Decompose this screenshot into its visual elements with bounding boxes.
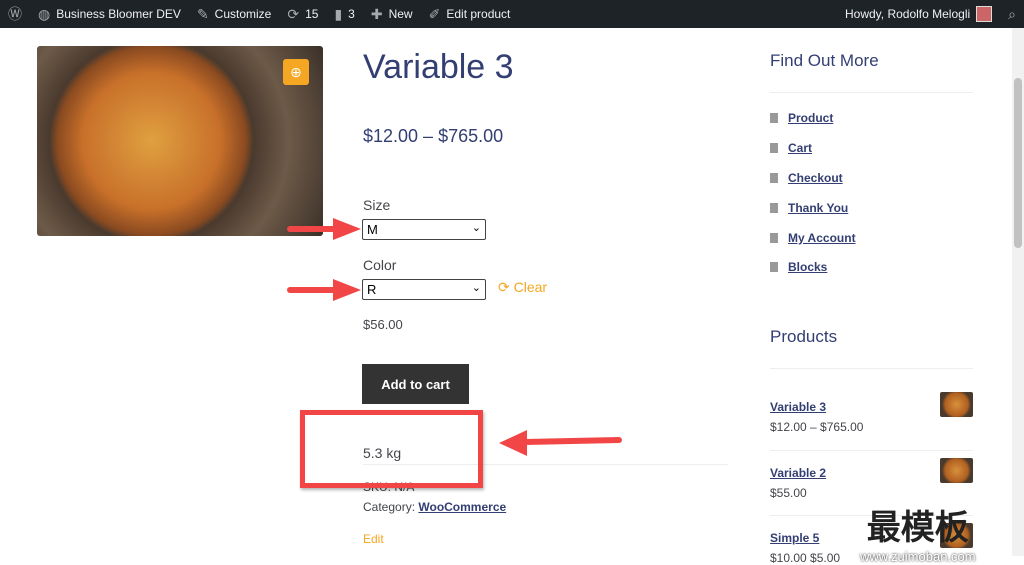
refresh-icon: ⟳: [498, 279, 510, 295]
pencil-icon: ✐: [428, 5, 441, 22]
sidebar-link: Product: [770, 111, 833, 125]
product-thumbnail[interactable]: [940, 458, 973, 483]
variation-price: $56.00: [363, 317, 403, 332]
product-list-item: Variable 2 $55.00: [770, 458, 973, 500]
color-value: R: [367, 282, 377, 297]
watermark: 最模板 www.zuimoban.com: [860, 500, 976, 564]
sidebar-link: My Account: [770, 231, 856, 245]
find-out-more-title: Find Out More: [770, 51, 879, 70]
product-link[interactable]: Variable 2: [770, 466, 826, 480]
annotation-box: [300, 410, 483, 488]
divider: [770, 92, 973, 93]
site-name: Business Bloomer DEV: [56, 7, 181, 21]
divider: [770, 450, 973, 451]
comments-count: 3: [348, 7, 355, 21]
search-icon: ⌕: [1008, 5, 1016, 22]
size-select[interactable]: M ⌄: [362, 219, 486, 240]
chevron-down-icon: ⌄: [471, 282, 481, 294]
product-price: $55.00: [770, 486, 807, 500]
wp-logo-button[interactable]: Ⓦ: [0, 0, 30, 28]
page-icon: [770, 173, 778, 183]
admin-bar: Ⓦ ◍ Business Bloomer DEV ✎ Customize ⟳ 15 ▮…: [0, 0, 1024, 28]
annotation-arrow: [287, 218, 361, 240]
account-menu[interactable]: Howdy, Rodolfo Melogli: [837, 0, 1000, 28]
product-link[interactable]: Variable 3: [770, 400, 826, 414]
plus-icon: ✚: [370, 5, 383, 22]
watermark-text: 最模板: [866, 508, 969, 548]
search-button[interactable]: ⌕: [1000, 0, 1024, 28]
product-thumbnail[interactable]: [940, 392, 973, 417]
sidebar-link: Blocks: [770, 260, 827, 274]
refresh-icon: ⟳: [287, 5, 300, 22]
brush-icon: ✎: [196, 5, 209, 22]
edit-product-label: Edit product: [446, 7, 511, 21]
link-thank-you[interactable]: Thank You: [788, 201, 848, 215]
page-icon: [770, 203, 778, 213]
category-link[interactable]: WooCommerce: [418, 500, 506, 514]
products-title: Products: [770, 327, 838, 346]
color-label: Color: [363, 257, 397, 273]
customize-link[interactable]: ✎ Customize: [189, 0, 279, 28]
avatar: [976, 6, 993, 22]
sidebar-link: Checkout: [770, 171, 843, 185]
link-checkout[interactable]: Checkout: [788, 171, 843, 185]
color-select[interactable]: R ⌄: [362, 279, 486, 300]
edit-link[interactable]: Edit: [363, 532, 384, 546]
page-icon: [770, 262, 778, 272]
comment-icon: ▮: [334, 5, 343, 22]
new-link[interactable]: ✚ New: [363, 0, 421, 28]
link-product[interactable]: Product: [788, 111, 833, 125]
product-image[interactable]: [37, 46, 323, 236]
watermark-url: www.zuimoban.com: [860, 549, 976, 564]
product-list-item: Variable 3 $12.00 – $765.00: [770, 392, 973, 434]
size-value: M: [367, 222, 378, 237]
product-title: Variable 3: [363, 48, 514, 86]
scrollbar[interactable]: [1012, 28, 1024, 556]
clear-link[interactable]: ⟳ Clear: [498, 279, 547, 296]
page-icon: [770, 233, 778, 243]
link-cart[interactable]: Cart: [788, 141, 812, 155]
product-price: $12.00 – $765.00: [770, 420, 864, 434]
comments-link[interactable]: ▮ 3: [326, 0, 362, 28]
size-label: Size: [363, 197, 391, 213]
link-my-account[interactable]: My Account: [788, 231, 856, 245]
link-blocks[interactable]: Blocks: [788, 260, 827, 274]
site-name-link[interactable]: ◍ Business Bloomer DEV: [30, 0, 189, 28]
annotation-arrow: [499, 430, 622, 456]
updates-link[interactable]: ⟳ 15: [279, 0, 326, 28]
howdy-label: Howdy, Rodolfo Melogli: [844, 7, 971, 21]
category: Category: WooCommerce: [363, 500, 506, 514]
product-link[interactable]: Simple 5: [770, 531, 819, 545]
new-label: New: [388, 7, 413, 21]
category-label: Category:: [363, 500, 416, 514]
edit-product-link[interactable]: ✐ Edit product: [421, 0, 519, 28]
page-icon: [770, 113, 778, 123]
divider: [770, 368, 973, 369]
customize-label: Customize: [214, 7, 272, 21]
dashboard-icon: ◍: [38, 5, 51, 22]
page-icon: [770, 143, 778, 153]
zoom-icon[interactable]: ⊕: [283, 59, 309, 85]
sidebar-link: Thank You: [770, 201, 848, 215]
clear-label: Clear: [513, 279, 548, 295]
add-to-cart-button[interactable]: Add to cart: [362, 364, 469, 404]
wordpress-icon: Ⓦ: [8, 6, 22, 22]
updates-count: 15: [305, 7, 319, 21]
product-price: $12.00 – $765.00: [363, 126, 504, 146]
scrollbar-thumb[interactable]: [1014, 78, 1022, 248]
annotation-arrow: [287, 279, 361, 301]
sidebar-link: Cart: [770, 141, 812, 155]
chevron-down-icon: ⌄: [471, 222, 481, 234]
